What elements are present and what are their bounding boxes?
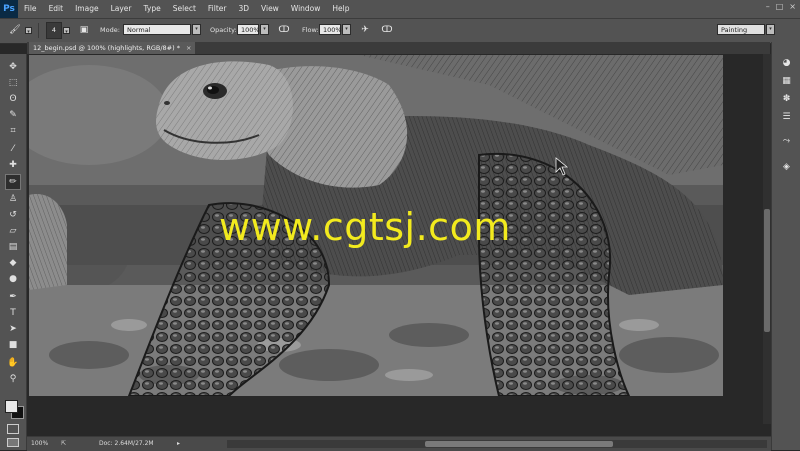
brush-panel-icon[interactable]: ✽ bbox=[779, 92, 794, 106]
flow-dropdown-arrow[interactable]: ▾ bbox=[342, 24, 351, 35]
status-bar: 100% ⇱ Doc: 2.64M/27.2M ▸ bbox=[27, 436, 771, 451]
menu-view[interactable]: View bbox=[255, 0, 285, 18]
document-tab[interactable]: 12_begin.psd @ 100% (highlights, RGB/8#)… bbox=[29, 42, 196, 54]
zoom-level[interactable]: 100% bbox=[31, 440, 48, 447]
separator bbox=[38, 23, 39, 38]
clone-stamp-tool-icon[interactable]: ♙ bbox=[6, 192, 20, 206]
watermark-text: www.cgtsj.com bbox=[219, 205, 511, 249]
screen-mode-icon[interactable] bbox=[7, 438, 19, 447]
brush-size-dropdown[interactable]: ▾ bbox=[63, 27, 70, 35]
menu-type[interactable]: Type bbox=[138, 0, 167, 18]
maximize-button[interactable]: □ bbox=[776, 2, 784, 11]
adjustments-panel-icon[interactable]: ☰ bbox=[779, 110, 794, 124]
document-tab-title: 12_begin.psd @ 100% (highlights, RGB/8#)… bbox=[33, 44, 180, 52]
brush-size-display[interactable]: 4 bbox=[46, 22, 62, 39]
quick-selection-tool-icon[interactable]: ✎ bbox=[6, 108, 20, 122]
eyedropper-tool-icon[interactable]: ⁄ bbox=[6, 142, 20, 156]
opacity-label: Opacity: bbox=[210, 26, 237, 34]
color-panel-icon[interactable]: ◕ bbox=[779, 56, 794, 70]
menu-help[interactable]: Help bbox=[326, 0, 355, 18]
pressure-size-icon[interactable]: ↀ bbox=[380, 24, 394, 37]
crop-tool-icon[interactable]: ⌗ bbox=[6, 124, 20, 138]
horizontal-scrollbar[interactable] bbox=[227, 440, 767, 448]
brush-tool-icon[interactable]: ✏ bbox=[5, 174, 21, 190]
options-bar: 🖌 ▾ 4 ▾ ▣ Mode: Normal ▾ Opacity: 100% ▾… bbox=[0, 18, 800, 44]
quick-mask-icon[interactable] bbox=[7, 424, 19, 434]
airbrush-icon[interactable]: ✈ bbox=[358, 24, 372, 37]
workspace-select[interactable]: Painting bbox=[717, 24, 765, 35]
brush-panel-toggle-icon[interactable]: ▣ bbox=[77, 24, 91, 37]
flow-label: Flow: bbox=[302, 26, 319, 34]
menu-filter[interactable]: Filter bbox=[202, 0, 233, 18]
rectangle-tool-icon[interactable]: ■ bbox=[6, 338, 20, 352]
export-icon[interactable]: ⇱ bbox=[61, 440, 66, 447]
tools-panel: ✥ ⬚ ʘ ✎ ⌗ ⁄ ✚ ✏ ♙ ↺ ▱ ▤ ◆ ● ✒ T ➤ ■ ✋ ⚲ bbox=[0, 54, 27, 450]
gradient-tool-icon[interactable]: ▤ bbox=[6, 240, 20, 254]
minimize-button[interactable]: – bbox=[766, 2, 770, 11]
menu-bar: Ps File Edit Image Layer Type Select Fil… bbox=[0, 0, 800, 18]
mode-label: Mode: bbox=[100, 26, 120, 34]
vertical-scroll-thumb[interactable] bbox=[764, 209, 770, 332]
workspace-dropdown-arrow[interactable]: ▾ bbox=[766, 24, 775, 35]
flow-input[interactable]: 100% bbox=[319, 24, 342, 35]
menu-edit[interactable]: Edit bbox=[43, 0, 70, 18]
preset-dropdown-arrow[interactable]: ▾ bbox=[25, 27, 32, 35]
panel-dock: ◕ ▦ ✽ ☰ ⤳ ◈ bbox=[771, 42, 800, 450]
close-button[interactable]: × bbox=[789, 2, 796, 11]
close-tab-icon[interactable]: × bbox=[186, 42, 191, 54]
menu-window[interactable]: Window bbox=[285, 0, 327, 18]
document-tab-strip: 12_begin.psd @ 100% (highlights, RGB/8#)… bbox=[27, 42, 770, 54]
eraser-tool-icon[interactable]: ▱ bbox=[6, 224, 20, 238]
brush-preset-icon[interactable]: 🖌 bbox=[8, 24, 22, 37]
document-size: Doc: 2.64M/27.2M bbox=[99, 440, 154, 447]
menu-select[interactable]: Select bbox=[167, 0, 202, 18]
foreground-color-swatch[interactable] bbox=[5, 400, 18, 413]
menu-layer[interactable]: Layer bbox=[105, 0, 138, 18]
menu-file[interactable]: File bbox=[18, 0, 43, 18]
type-tool-icon[interactable]: T bbox=[6, 306, 20, 320]
marquee-tool-icon[interactable]: ⬚ bbox=[6, 76, 20, 90]
photoshop-logo-icon: Ps bbox=[0, 0, 18, 18]
document-canvas[interactable]: www.cgtsj.com bbox=[29, 55, 723, 396]
move-tool-icon[interactable]: ✥ bbox=[6, 60, 20, 74]
lasso-tool-icon[interactable]: ʘ bbox=[6, 92, 20, 106]
menu-3d[interactable]: 3D bbox=[232, 0, 255, 18]
blur-tool-icon[interactable]: ◆ bbox=[6, 256, 20, 270]
opacity-dropdown-arrow[interactable]: ▾ bbox=[260, 24, 269, 35]
pen-tool-icon[interactable]: ✒ bbox=[6, 290, 20, 304]
history-brush-tool-icon[interactable]: ↺ bbox=[6, 208, 20, 222]
mode-select[interactable]: Normal bbox=[123, 24, 191, 35]
horizontal-scroll-thumb[interactable] bbox=[425, 441, 613, 447]
zoom-tool-icon[interactable]: ⚲ bbox=[6, 372, 20, 386]
paths-panel-icon[interactable]: ⤳ bbox=[779, 134, 794, 148]
status-menu-arrow-icon[interactable]: ▸ bbox=[177, 440, 180, 447]
window-controls: – □ × bbox=[766, 2, 796, 11]
vertical-scrollbar[interactable] bbox=[763, 54, 771, 424]
hand-tool-icon[interactable]: ✋ bbox=[6, 356, 20, 370]
layers-panel-icon[interactable]: ◈ bbox=[779, 160, 794, 174]
pressure-opacity-icon[interactable]: ↀ bbox=[277, 24, 291, 37]
path-selection-tool-icon[interactable]: ➤ bbox=[6, 322, 20, 336]
mode-dropdown-arrow[interactable]: ▾ bbox=[192, 24, 201, 35]
healing-brush-tool-icon[interactable]: ✚ bbox=[6, 158, 20, 172]
dodge-tool-icon[interactable]: ● bbox=[6, 272, 20, 286]
swatches-panel-icon[interactable]: ▦ bbox=[779, 74, 794, 88]
menu-image[interactable]: Image bbox=[69, 0, 105, 18]
opacity-input[interactable]: 100% bbox=[237, 24, 260, 35]
